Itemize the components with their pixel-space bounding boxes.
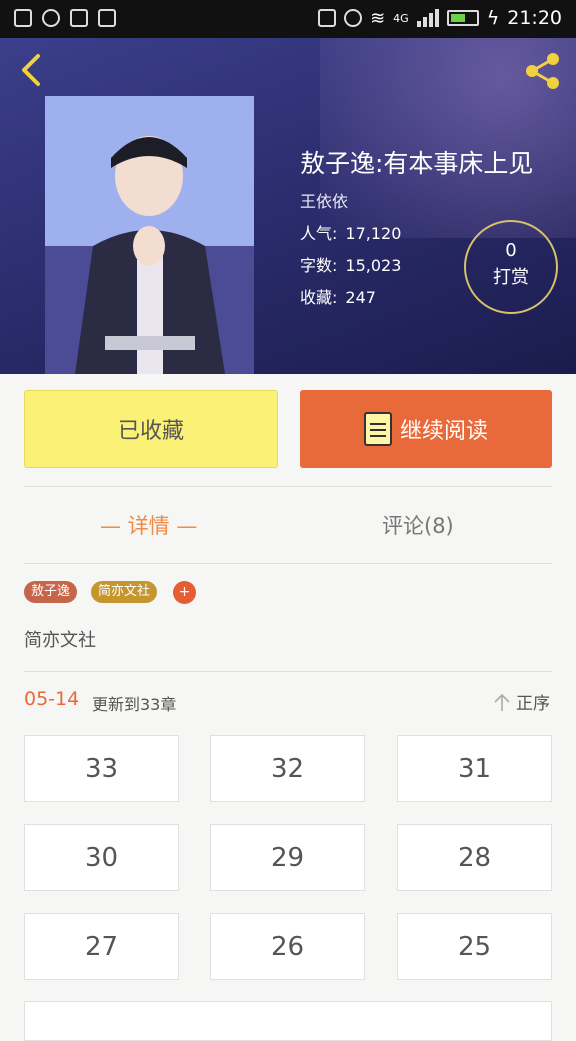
chapter-button[interactable]: 30: [24, 824, 179, 891]
continue-reading-label: 继续阅读: [399, 419, 488, 444]
signal-icon: [416, 9, 439, 27]
divider: [24, 486, 552, 487]
tip-count: 0: [505, 240, 517, 261]
image-icon: [14, 9, 32, 27]
divider: [24, 671, 552, 672]
chat-icon: [42, 9, 60, 27]
book-cover: [45, 96, 254, 374]
tip-label: 打赏: [493, 267, 529, 288]
update-date: 05-14: [24, 688, 80, 710]
words-label: 字数:: [300, 256, 338, 275]
favorites-value: 247: [345, 288, 376, 307]
location-icon: [318, 9, 337, 27]
tag-item[interactable]: 敖子逸: [24, 581, 78, 603]
clock: 21:20: [507, 7, 562, 29]
tab-detail[interactable]: — 详情 —: [100, 510, 197, 540]
chapter-button[interactable]: 25: [397, 913, 552, 980]
network-type: 4G: [393, 11, 409, 25]
sort-order-label: 正序: [516, 694, 550, 714]
message-icon: [98, 9, 116, 27]
status-bar: ≋ 4G ϟ 21:20: [0, 0, 576, 38]
continue-reading-button[interactable]: 继续阅读: [300, 390, 552, 468]
chapter-button[interactable]: 29: [210, 824, 365, 891]
arrow-up-icon: [494, 693, 510, 711]
share-icon[interactable]: [522, 50, 564, 92]
book-header: 敖子逸:有本事床上见 王依依 人气: 17,120 字数: 15,023 收藏: 24…: [0, 38, 576, 374]
add-tag-button[interactable]: +: [173, 581, 196, 604]
chapter-button[interactable]: 27: [24, 913, 179, 980]
collect-label: 已收藏: [117, 419, 184, 444]
book-icon: [363, 412, 392, 446]
book-author: 王依依: [300, 192, 349, 211]
wifi-icon: ≋: [370, 7, 386, 29]
view-more-chapters-button[interactable]: [24, 1001, 552, 1041]
popularity-stat: 人气: 17,120: [300, 220, 401, 244]
alarm-icon: [344, 9, 363, 27]
chapter-button[interactable]: 28: [397, 824, 552, 891]
publisher: 简亦文社: [24, 630, 96, 651]
tab-comment[interactable]: 评论(8): [382, 510, 454, 540]
popularity-value: 17,120: [345, 224, 402, 243]
collect-button[interactable]: 已收藏: [24, 390, 278, 468]
words-value: 15,023: [345, 256, 402, 275]
chapter-button[interactable]: 32: [210, 735, 365, 802]
divider: [24, 563, 552, 564]
tag-item[interactable]: 简亦文社: [91, 581, 158, 603]
update-text: 更新到33章: [92, 695, 177, 714]
charging-icon: ϟ: [486, 7, 500, 29]
favorites-stat: 收藏: 247: [300, 284, 376, 308]
sort-order-button[interactable]: 正序: [492, 689, 550, 714]
tip-button[interactable]: 0 打赏: [464, 220, 558, 314]
app-grid-icon: [70, 9, 88, 27]
book-title: 敖子逸:有本事床上见: [300, 149, 534, 178]
chapter-button[interactable]: 31: [397, 735, 552, 802]
battery-icon: [446, 10, 479, 26]
popularity-label: 人气:: [300, 224, 338, 243]
chapter-button[interactable]: 26: [210, 913, 365, 980]
words-stat: 字数: 15,023: [300, 252, 401, 276]
chapter-button[interactable]: 33: [24, 735, 179, 802]
back-icon[interactable]: [16, 52, 46, 88]
favorites-label: 收藏:: [300, 288, 338, 307]
